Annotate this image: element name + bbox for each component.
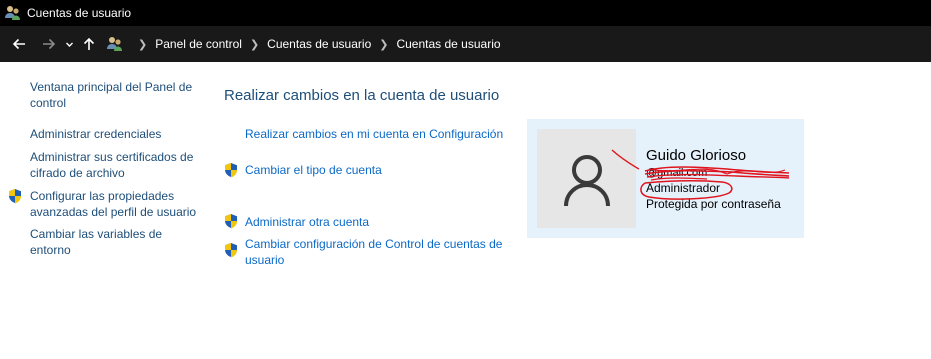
title-bar: Cuentas de usuario (0, 0, 931, 26)
account-role: Administrador (646, 181, 721, 195)
account-email: @gmail.com (646, 167, 708, 179)
forward-button[interactable] (36, 31, 62, 57)
page-title: Realizar cambios en la cuenta de usuario (224, 87, 500, 104)
avatar (537, 129, 636, 228)
uac-shield-icon (225, 163, 237, 178)
user-accounts-icon (107, 37, 122, 51)
breadcrumb-separator[interactable]: ❯ (379, 38, 388, 51)
account-protection: Protegida por contraseña (646, 197, 781, 211)
left-link-manage-credentials[interactable]: Administrar credenciales (30, 126, 205, 142)
uac-shield-icon (225, 243, 237, 258)
task-link-settings[interactable]: Realizar cambios en mi cuenta en Configu… (245, 126, 503, 142)
left-link-environment-variables[interactable]: Cambiar las variables de entorno (30, 226, 205, 258)
task-link-change-account-type[interactable]: Cambiar el tipo de cuenta (245, 162, 382, 178)
breadcrumb-user-accounts[interactable]: Cuentas de usuario (267, 37, 371, 51)
up-button[interactable] (76, 31, 102, 57)
recent-locations-button[interactable] (62, 31, 76, 57)
left-link-advanced-profile-properties[interactable]: Configurar las propiedades avanzadas del… (30, 188, 205, 220)
breadcrumb-separator[interactable]: ❯ (250, 38, 259, 51)
breadcrumb-user-accounts-current[interactable]: Cuentas de usuario (396, 37, 500, 51)
uac-shield-icon (225, 214, 237, 229)
uac-shield-icon (9, 189, 21, 204)
arrow-up-icon (83, 37, 95, 50)
user-accounts-icon (5, 6, 20, 20)
task-link-manage-another-account[interactable]: Administrar otra cuenta (245, 214, 369, 230)
navigation-bar: ❯ Panel de control ❯ Cuentas de usuario … (0, 26, 931, 62)
arrow-right-icon (43, 38, 56, 50)
left-link-control-panel-home[interactable]: Ventana principal del Panel de control (30, 79, 205, 111)
account-card: Guido Glorioso @gmail.com Administrador … (527, 119, 804, 238)
user-silhouette-icon (563, 154, 610, 206)
address-bar[interactable]: ❯ Panel de control ❯ Cuentas de usuario … (106, 31, 501, 57)
window-title: Cuentas de usuario (27, 6, 132, 20)
breadcrumb-separator[interactable]: ❯ (138, 38, 147, 51)
left-link-file-encryption-certificates[interactable]: Administrar sus certificados de cifrado … (30, 149, 205, 181)
back-button[interactable] (6, 31, 32, 57)
arrow-left-icon (12, 38, 25, 50)
chevron-down-icon (65, 42, 73, 47)
breadcrumb-control-panel[interactable]: Panel de control (155, 37, 242, 51)
account-name: Guido Glorioso (646, 147, 747, 164)
task-link-uac-settings[interactable]: Cambiar configuración de Control de cuen… (245, 236, 515, 268)
